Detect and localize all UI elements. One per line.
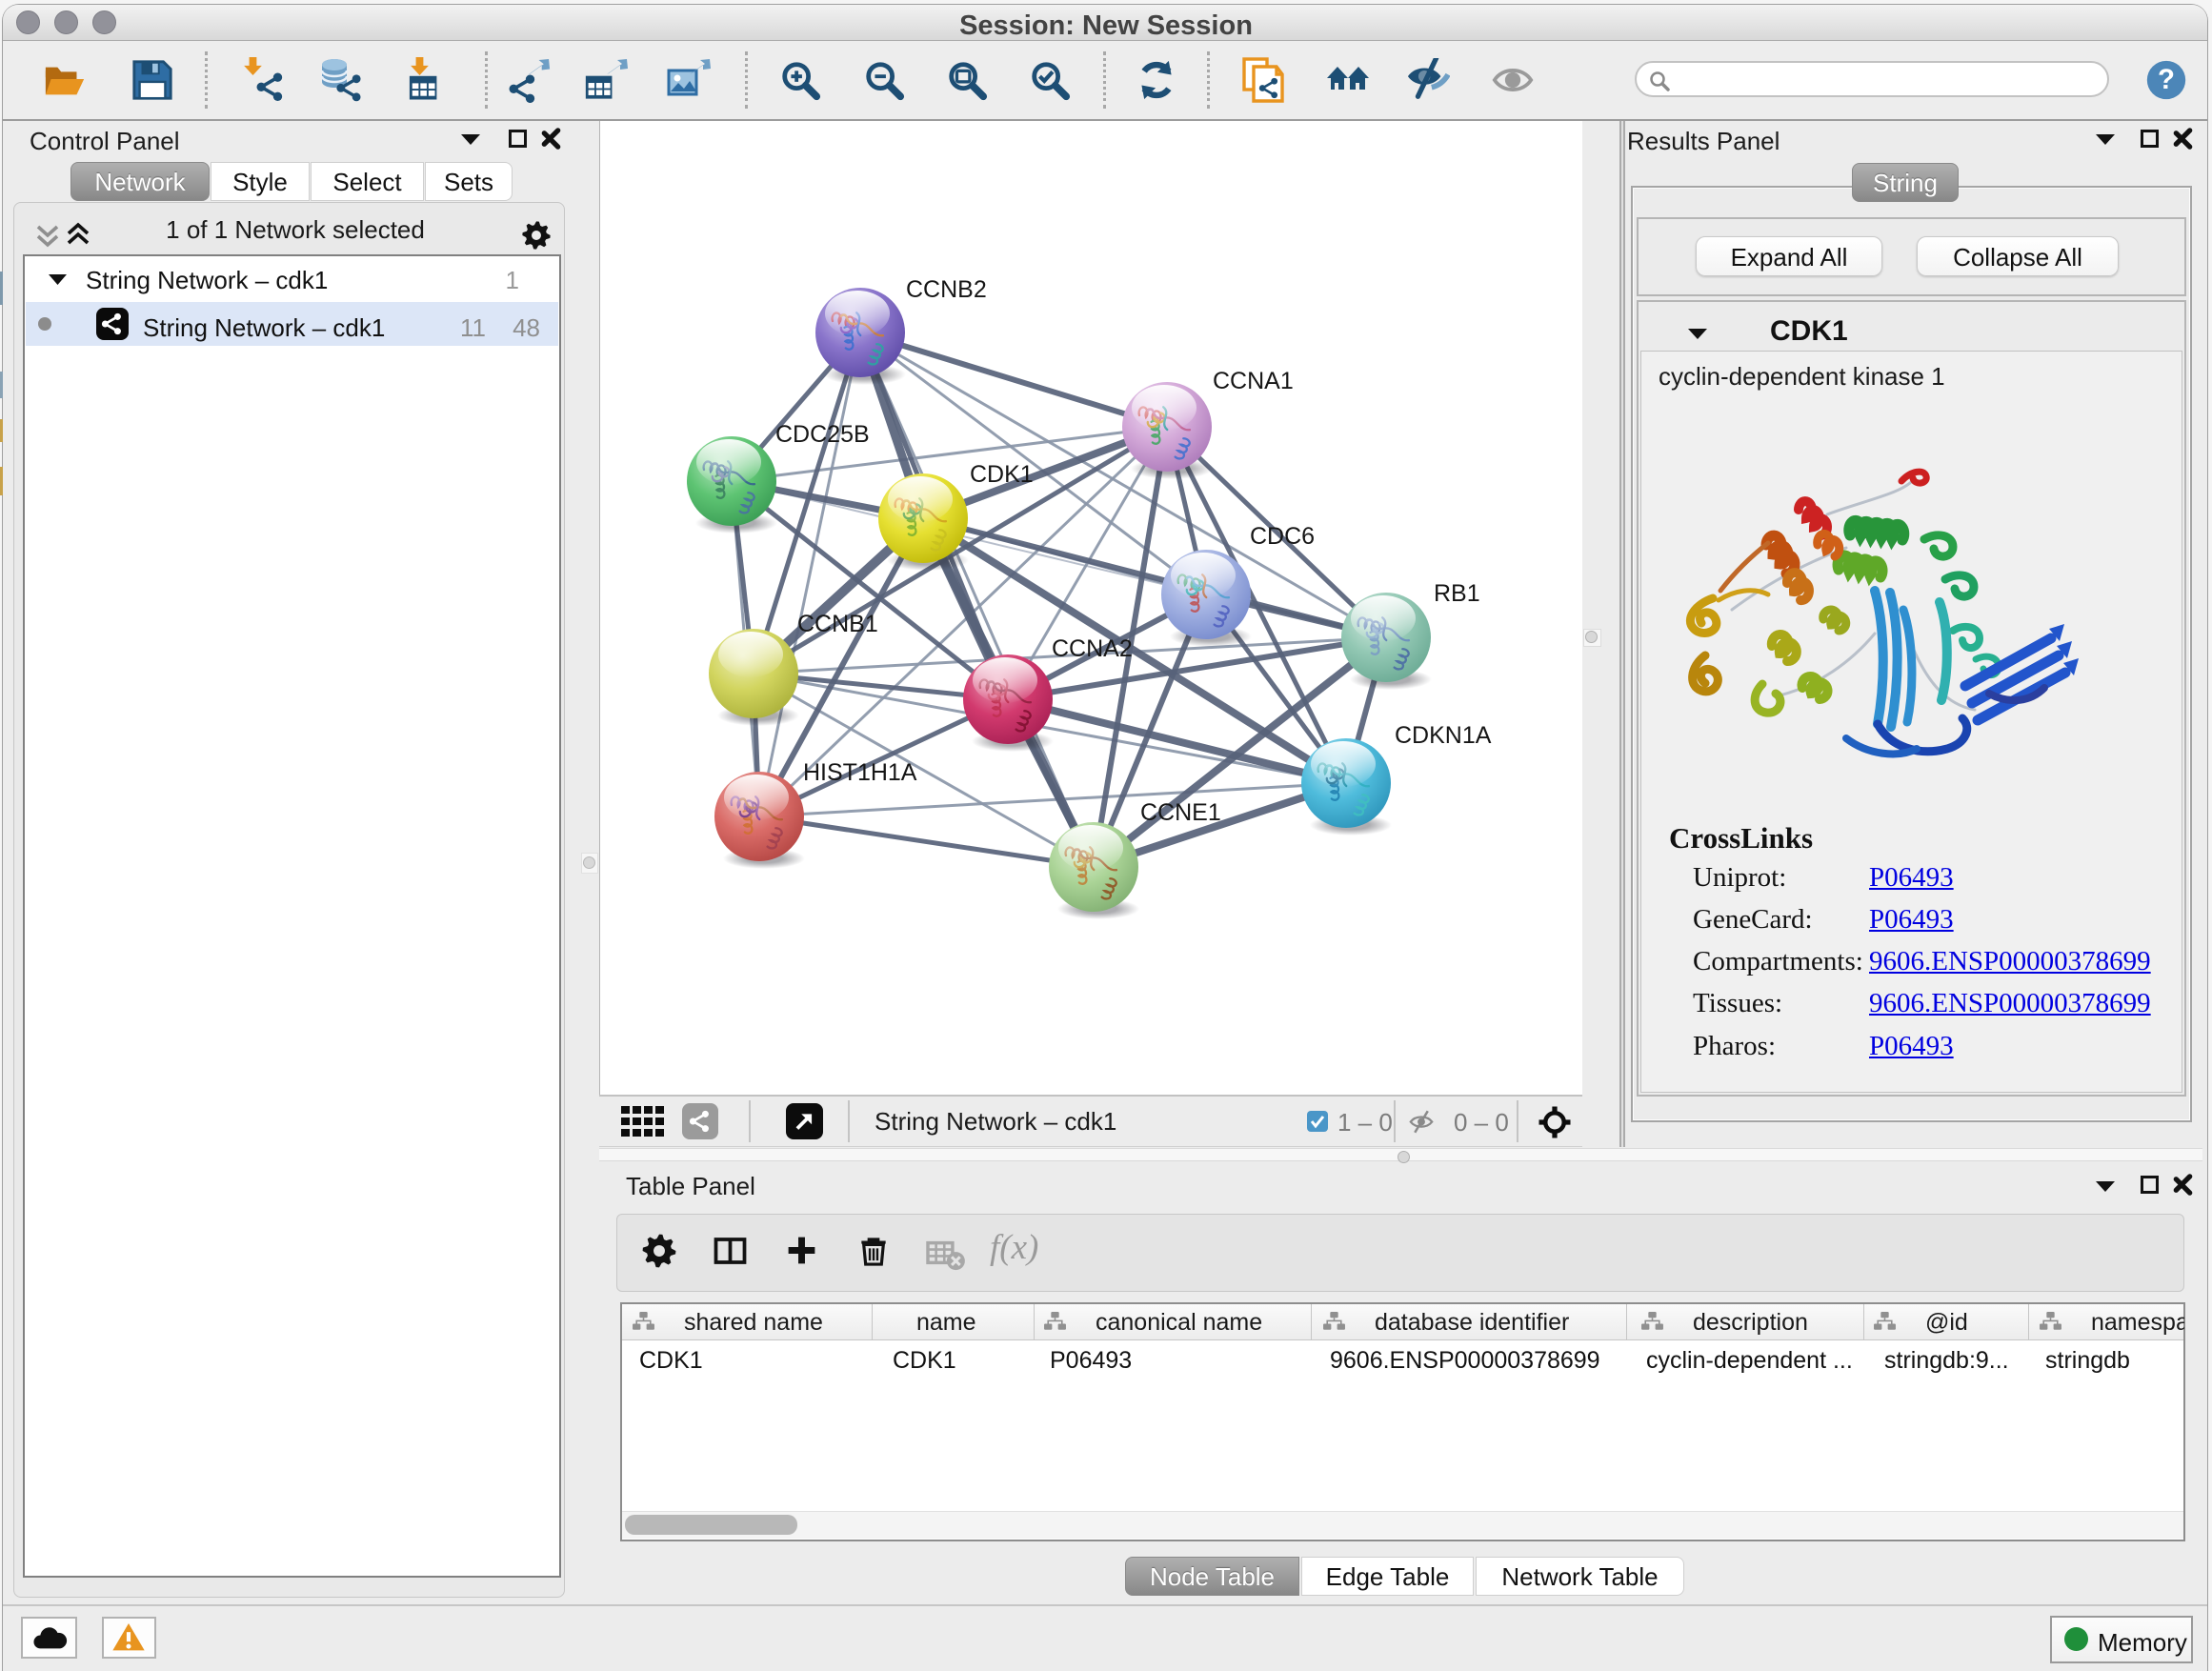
- svg-text:?: ?: [2158, 64, 2175, 95]
- svg-text:CCNB2: CCNB2: [906, 276, 987, 303]
- svg-text:CCNA1: CCNA1: [1213, 368, 1294, 394]
- svg-text:HIST1H1A: HIST1H1A: [803, 759, 917, 786]
- svg-text:CDK1: CDK1: [970, 461, 1034, 488]
- svg-text:CDC6: CDC6: [1250, 523, 1315, 550]
- svg-text:CCNE1: CCNE1: [1140, 799, 1221, 826]
- svg-text:RB1: RB1: [1434, 580, 1480, 607]
- svg-text:CCNB1: CCNB1: [797, 611, 878, 637]
- svg-text:CDC25B: CDC25B: [775, 421, 870, 448]
- svg-text:CCNA2: CCNA2: [1052, 635, 1133, 662]
- svg-text:CDKN1A: CDKN1A: [1395, 722, 1492, 749]
